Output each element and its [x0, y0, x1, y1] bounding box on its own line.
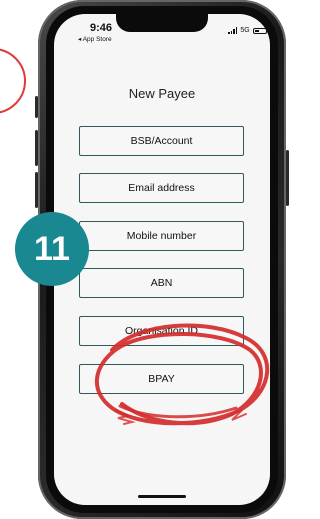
organisation-id-button[interactable]: Organisation ID — [79, 316, 244, 346]
network-label: 5G — [240, 27, 250, 34]
phone-power-button — [286, 150, 289, 206]
phone-notch — [116, 12, 208, 32]
abn-button[interactable]: ABN — [79, 268, 244, 298]
step-number-badge: 11 — [15, 212, 89, 286]
signal-icon — [228, 27, 238, 34]
phone-volume-down-button — [35, 172, 38, 208]
partial-red-circle — [0, 48, 26, 114]
status-indicators: 5G — [228, 27, 269, 34]
email-address-button[interactable]: Email address — [79, 173, 244, 203]
home-indicator[interactable] — [138, 495, 186, 498]
phone-side-button-left — [35, 96, 38, 118]
page-title: New Payee — [128, 86, 196, 101]
battery-icon — [252, 27, 269, 34]
bpay-button[interactable]: BPAY — [79, 364, 244, 394]
mobile-number-button[interactable]: Mobile number — [79, 221, 244, 251]
bsb-account-button[interactable]: BSB/Account — [79, 126, 244, 156]
phone-volume-up-button — [35, 130, 38, 166]
tutorial-canvas: 9:46 ◂ App Store 5G New Payee BSB/Accoun… — [0, 0, 299, 519]
status-time: 9:46 — [90, 22, 113, 34]
back-to-app-store-link[interactable]: ◂ App Store — [78, 35, 112, 43]
